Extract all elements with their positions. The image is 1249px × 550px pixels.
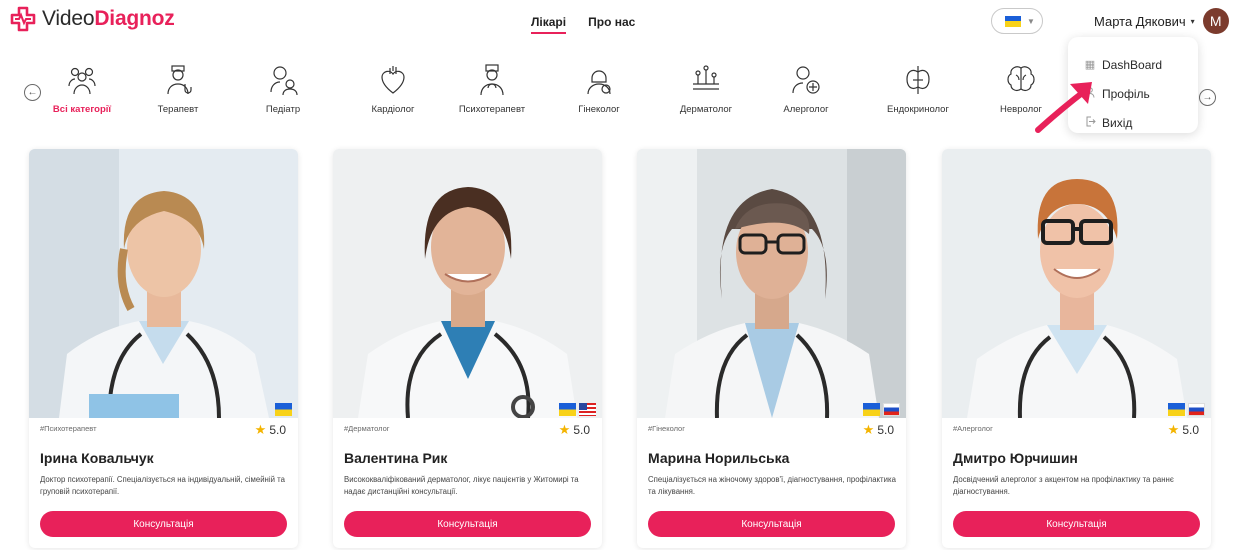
category-label: Терапевт	[157, 104, 199, 115]
dropdown-item-dashboard[interactable]: ▦ DashBoard	[1084, 50, 1198, 79]
category-endocrinologist[interactable]: Ендокринолог	[868, 64, 968, 115]
specialty-tag: #Дерматолог	[344, 424, 390, 433]
arrow-right-icon: →	[1202, 92, 1213, 103]
doctor-description: Висококваліфікований дерматолог, лікує п…	[344, 475, 579, 496]
user-name: Марта Дякович	[1094, 13, 1186, 29]
category-pediatrician[interactable]: Педіатр	[233, 64, 333, 115]
logo-text: VideoDiagnoz	[42, 7, 175, 30]
category-label: Гінеколог	[578, 104, 620, 115]
pediatrician-icon	[270, 66, 298, 96]
language-flags	[275, 403, 292, 416]
ukraine-flag-icon	[275, 403, 292, 416]
doctor-card[interactable]: #Алерголог ★ 5.0 Дмитро Юрчишин Досвідче…	[942, 149, 1211, 548]
language-selector[interactable]: ▼	[991, 8, 1043, 34]
nav-doctors[interactable]: Лікарі	[531, 15, 567, 34]
chevron-down-icon: ▼	[1027, 16, 1035, 26]
dropdown-item-logout[interactable]: Вихід	[1084, 108, 1198, 137]
dermatologist-icon	[693, 65, 719, 90]
rating: ★ 5.0	[255, 422, 286, 438]
doctor-name[interactable]: Дмитро Юрчишин	[953, 450, 1078, 466]
dropdown-label: DashBoard	[1102, 57, 1163, 72]
ukraine-flag-icon	[559, 403, 576, 416]
consultation-button[interactable]: Консультація	[40, 511, 287, 537]
ukraine-flag-icon	[863, 403, 880, 416]
language-flags	[863, 403, 900, 416]
dropdown-label: Вихід	[1102, 115, 1133, 130]
doctor-name[interactable]: Ірина Ковальчук	[40, 450, 154, 466]
thyroid-icon	[906, 66, 930, 94]
psychotherapist-icon	[480, 64, 504, 96]
annotation-arrow-icon	[1035, 82, 1092, 133]
ukraine-flag-icon	[1005, 15, 1021, 27]
rating-value: 5.0	[573, 423, 590, 437]
category-gynecologist[interactable]: Гінеколог	[549, 64, 649, 115]
category-allergist[interactable]: Алерголог	[756, 64, 856, 115]
rating-value: 5.0	[1182, 423, 1199, 437]
rating-value: 5.0	[877, 423, 894, 437]
rating: ★ 5.0	[1168, 422, 1199, 438]
language-flags	[559, 403, 596, 416]
russia-flag-icon	[1188, 403, 1205, 416]
rating-value: 5.0	[269, 423, 286, 437]
category-dermatologist[interactable]: Дерматолог	[656, 64, 756, 115]
consultation-button[interactable]: Консультація	[344, 511, 591, 537]
doctor-description: Досвідчений алерголог з акцентом на проф…	[953, 475, 1174, 496]
star-icon: ★	[862, 422, 875, 437]
star-icon: ★	[1167, 422, 1180, 437]
category-label: Алерголог	[783, 104, 829, 115]
category-therapist[interactable]: Терапевт	[128, 64, 228, 115]
ukraine-flag-icon	[1168, 403, 1185, 416]
star-icon: ★	[558, 422, 571, 437]
doctor-description: Доктор психотерапії. Спеціалізується на …	[40, 475, 285, 496]
category-label: Дерматолог	[679, 104, 733, 115]
language-flags	[1168, 403, 1205, 416]
doctor-photo[interactable]	[942, 149, 1211, 418]
dropdown-item-profile[interactable]: Профіль	[1084, 79, 1198, 108]
header: VideoDiagnoz Лікарі Про нас ▼ Марта Дяко…	[0, 0, 1249, 44]
doctor-photo[interactable]	[333, 149, 602, 418]
group-icon	[68, 67, 96, 95]
doctor-card[interactable]: #Дерматолог ★ 5.0 Валентина Рик Висококв…	[333, 149, 602, 548]
doctor-name[interactable]: Валентина Рик	[344, 450, 447, 466]
gynecologist-icon	[587, 70, 611, 95]
chevron-down-icon: ▾	[1190, 16, 1195, 26]
category-label: Ендокринолог	[887, 104, 949, 115]
doctor-photo[interactable]	[637, 149, 906, 418]
category-label: Всі категорії	[52, 104, 112, 115]
category-label: Психотерапевт	[458, 104, 526, 115]
grid-icon: ▦	[1084, 59, 1096, 71]
star-icon: ★	[254, 422, 267, 437]
rating: ★ 5.0	[559, 422, 590, 438]
nav-about[interactable]: Про нас	[588, 15, 635, 34]
logo[interactable]: VideoDiagnoz	[10, 6, 175, 32]
dropdown-label: Профіль	[1102, 86, 1150, 101]
doctor-photo[interactable]	[29, 149, 298, 418]
doctor-description: Спеціалізується на жіночому здоров'ї, ді…	[648, 475, 896, 496]
consultation-button[interactable]: Консультація	[953, 511, 1200, 537]
category-cardiologist[interactable]: Кардіолог	[343, 64, 443, 115]
specialty-tag: #Гінеколог	[648, 424, 685, 433]
therapist-icon	[167, 65, 192, 95]
category-label: Кардіолог	[371, 104, 415, 115]
rating: ★ 5.0	[863, 422, 894, 438]
main-nav: Лікарі Про нас	[531, 15, 635, 34]
category-label: Педіатр	[265, 104, 301, 115]
specialty-tag: #Алерголог	[953, 424, 993, 433]
carousel-next-button[interactable]: →	[1199, 89, 1216, 106]
allergist-icon	[792, 66, 820, 94]
doctor-card[interactable]: #Психотерапевт ★ 5.0 Ірина Ковальчук Док…	[29, 149, 298, 548]
specialty-tag: #Психотерапевт	[40, 424, 97, 433]
heart-icon	[381, 66, 405, 94]
user-menu[interactable]: Марта Дякович ▾ M	[1094, 8, 1229, 34]
consultation-button[interactable]: Консультація	[648, 511, 895, 537]
category-psychotherapist[interactable]: Психотерапевт	[442, 64, 542, 115]
doctor-card[interactable]: #Гінеколог ★ 5.0 Марина Норильська Спеці…	[637, 149, 906, 548]
usa-flag-icon	[579, 403, 596, 416]
medical-cross-logo-icon	[10, 6, 36, 32]
avatar[interactable]: M	[1202, 8, 1229, 34]
category-all[interactable]: Всі категорії	[32, 64, 132, 115]
doctor-name[interactable]: Марина Норильська	[648, 450, 789, 466]
russia-flag-icon	[883, 403, 900, 416]
